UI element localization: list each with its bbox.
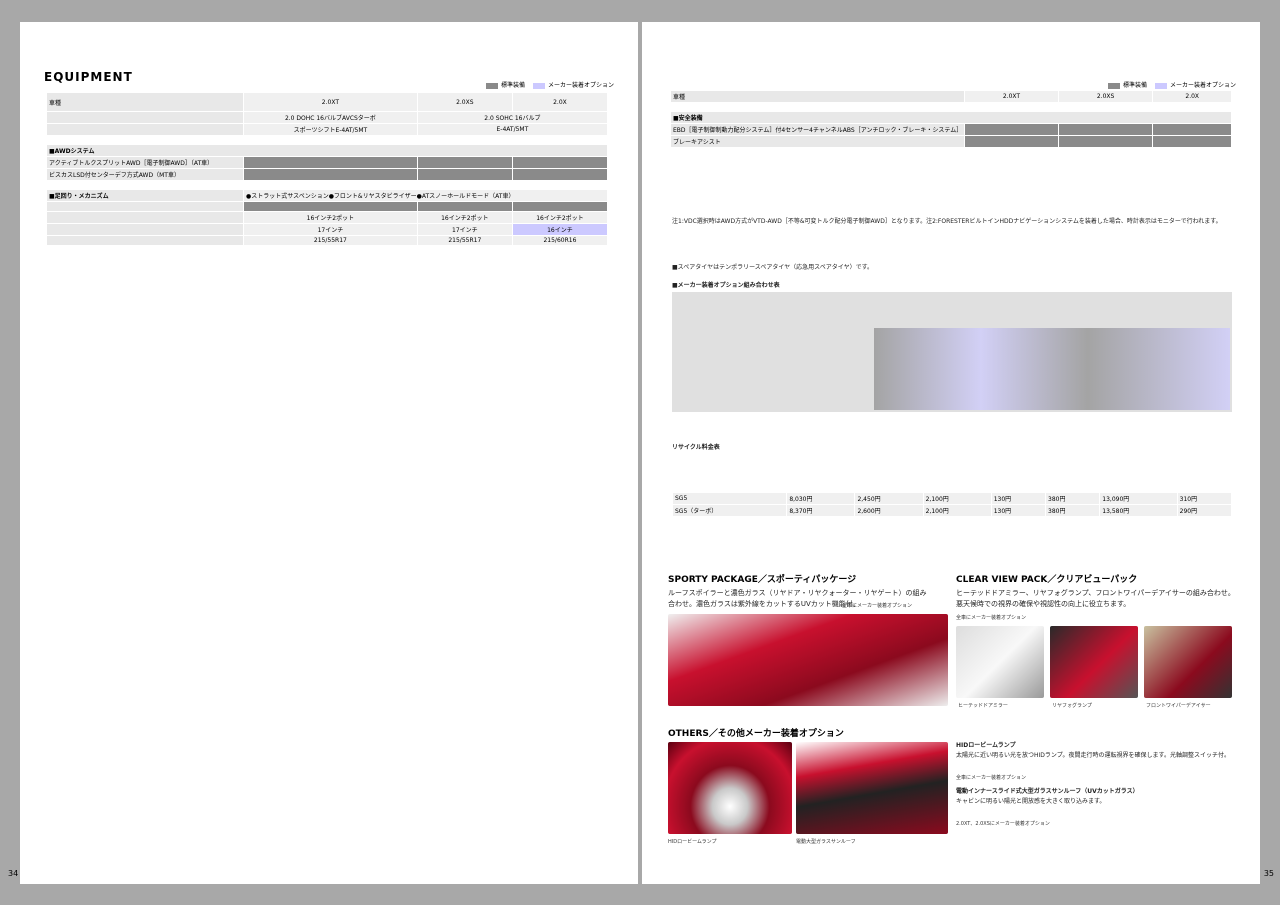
clear-title: CLEAR VIEW PACK／クリアビューパック [956,575,1138,585]
legend-option: メーカー装着オプション [1155,80,1236,89]
door-mirror-caption: ヒーテッドドアミラー [958,703,1008,709]
grade-x: 2.0X [511,92,609,112]
hid-note: 全車にメーカー装着オプション [956,775,1027,781]
hid-caption: HIDロービームランプ [668,839,717,845]
legend-standard: 標準装備 [486,80,525,89]
roof-title: 電動インナースライド式大型ガラスサンルーフ（UVカットガラス） [956,788,1139,795]
page-title: EQUIPMENT [44,70,133,84]
brake-xt: 16インチ2ポット [243,211,418,224]
left-page: EQUIPMENT 標準装備 メーカー装着オプション 車種 2.0XT 2.0X… [8,22,638,884]
wiper-caption: フロントワイパーデアイサー [1146,703,1211,709]
sporty-title: SPORTY PACKAGE／スポーティパッケージ [668,575,857,585]
trans-na: E-4AT/5MT [416,123,609,136]
tire-xs: 215/55R17 [416,235,513,246]
rear-fog-photo [1050,626,1138,698]
right-equipment-table: 車種 2.0XT 2.0XS 2.0X ■安全装備 EBD［電子制御制動力配分シ… [669,90,1232,148]
brake-x: 16インチ2ポット [511,211,609,224]
chassis-note: ●ストラット式サスペンション●フロント&リヤスタビライザー●ATスノーホールドモ… [243,189,608,202]
grade-xs-right: 2.0XS [1057,90,1154,103]
wheel-x: 16インチ [511,223,609,236]
option-combo-title: ■メーカー装着オプション組み合わせ表 [672,282,780,289]
others-title: OTHERS／その他メーカー装着オプション [668,729,844,739]
legend: 標準装備 メーカー装着オプション [486,80,614,89]
grade-xs: 2.0XS [416,92,513,112]
section-chassis: ■足回り・メカニズム [46,189,244,202]
clear-desc: ヒーテッドドアミラー、リヤフォグランプ、フロントワイパーデアイサーの組み合わせ。… [956,589,1235,608]
section-awd: ■AWDシステム [46,144,608,157]
roof-note: 2.0XT、2.0XSにメーカー装着オプション [956,821,1050,827]
hid-title: HIDロービームランプ [956,742,1016,749]
wiper-photo [1144,626,1232,698]
recycle-row: SG5 8,030円 2,450円 2,100円 130円 380円 13,090円 310円 [671,492,1233,505]
trans-turbo: スポーツシフトE-4AT/5MT [243,123,418,136]
recycle-row: SG5（ターボ） 8,370円 2,600円 2,100円 130円 380円 13,580… [671,504,1233,517]
legend: 標準装備 メーカー装着オプション [1108,80,1236,89]
tire-xt: 215/55R17 [243,235,418,246]
row-awd-1: アクティブトルクスプリットAWD［電子制御AWD］（AT車） [46,156,244,169]
roof-desc: キャビンに明るい陽光と開放感を大きく取り込みます。 [956,798,1106,805]
engine-na: 2.0 SOHC 16バルブ [416,111,609,124]
hid-photo [668,742,792,834]
hid-desc: 太陽光に近い明るい光を放つHIDランプ。夜間走行時の運転視界を確保します。光軸調… [956,752,1230,759]
tire-x: 215/60R16 [511,235,609,246]
page-number-right: 35 [1263,869,1274,878]
legend-option: メーカー装着オプション [533,80,614,89]
recycle-table: SG5 8,030円 2,450円 2,100円 130円 380円 13,090円 310円… [671,492,1233,517]
recycle-title: リサイクル料金表 [672,444,720,451]
spare-tire-note: ■スペアタイヤはテンポラリースペアタイヤ（応急用スペアタイヤ）です。 [672,264,873,271]
row-awd-2: ビスカスLSD付センターデフ方式AWD（MT車） [46,168,244,181]
engine-turbo: 2.0 DOHC 16バルブAVCSターボ [243,111,418,124]
sporty-photo [668,614,948,706]
page-number-left: 34 [8,869,19,878]
clear-note: 全車にメーカー装着オプション [956,615,1027,621]
row-safety-1: EBD［電子制御制動力配分システム］付4センサー4チャンネルABS［アンチロック… [669,123,966,136]
door-mirror-photo [956,626,1044,698]
right-page: 標準装備 メーカー装着オプション 車種 2.0XT 2.0XS 2.0X ■安全… [642,22,1274,884]
grade-xt: 2.0XT [243,92,418,112]
grade-xt-right: 2.0XT [964,90,1059,103]
vehicle-label: 車種 [46,92,244,112]
footnotes: 注1:VDC選択時はAWD方式がVTD-AWD［不等&可変トルク配分電子制御AW… [672,218,1222,225]
rear-fog-caption: リヤフォグランプ [1052,703,1092,709]
vehicle-label-right: 車種 [669,90,966,103]
row-safety-2: ブレーキアシスト [669,135,966,148]
option-combo-table [672,292,1232,412]
legend-standard: 標準装備 [1108,80,1147,89]
brake-xs: 16インチ2ポット [416,211,513,224]
sunroof-photo [796,742,948,834]
wheel-xt: 17インチ [243,223,418,236]
grade-x-right: 2.0X [1152,90,1232,103]
wheel-xs: 17インチ [416,223,513,236]
sunroof-caption: 電動大型ガラスサンルーフ [796,839,856,845]
section-safety: ■安全装備 [670,111,1232,124]
equipment-table: 車種 2.0XT 2.0XS 2.0X 2.0 DOHC 16バルブAVCSター… [46,92,609,246]
sporty-note: 全車にメーカー装着オプション [842,603,913,609]
